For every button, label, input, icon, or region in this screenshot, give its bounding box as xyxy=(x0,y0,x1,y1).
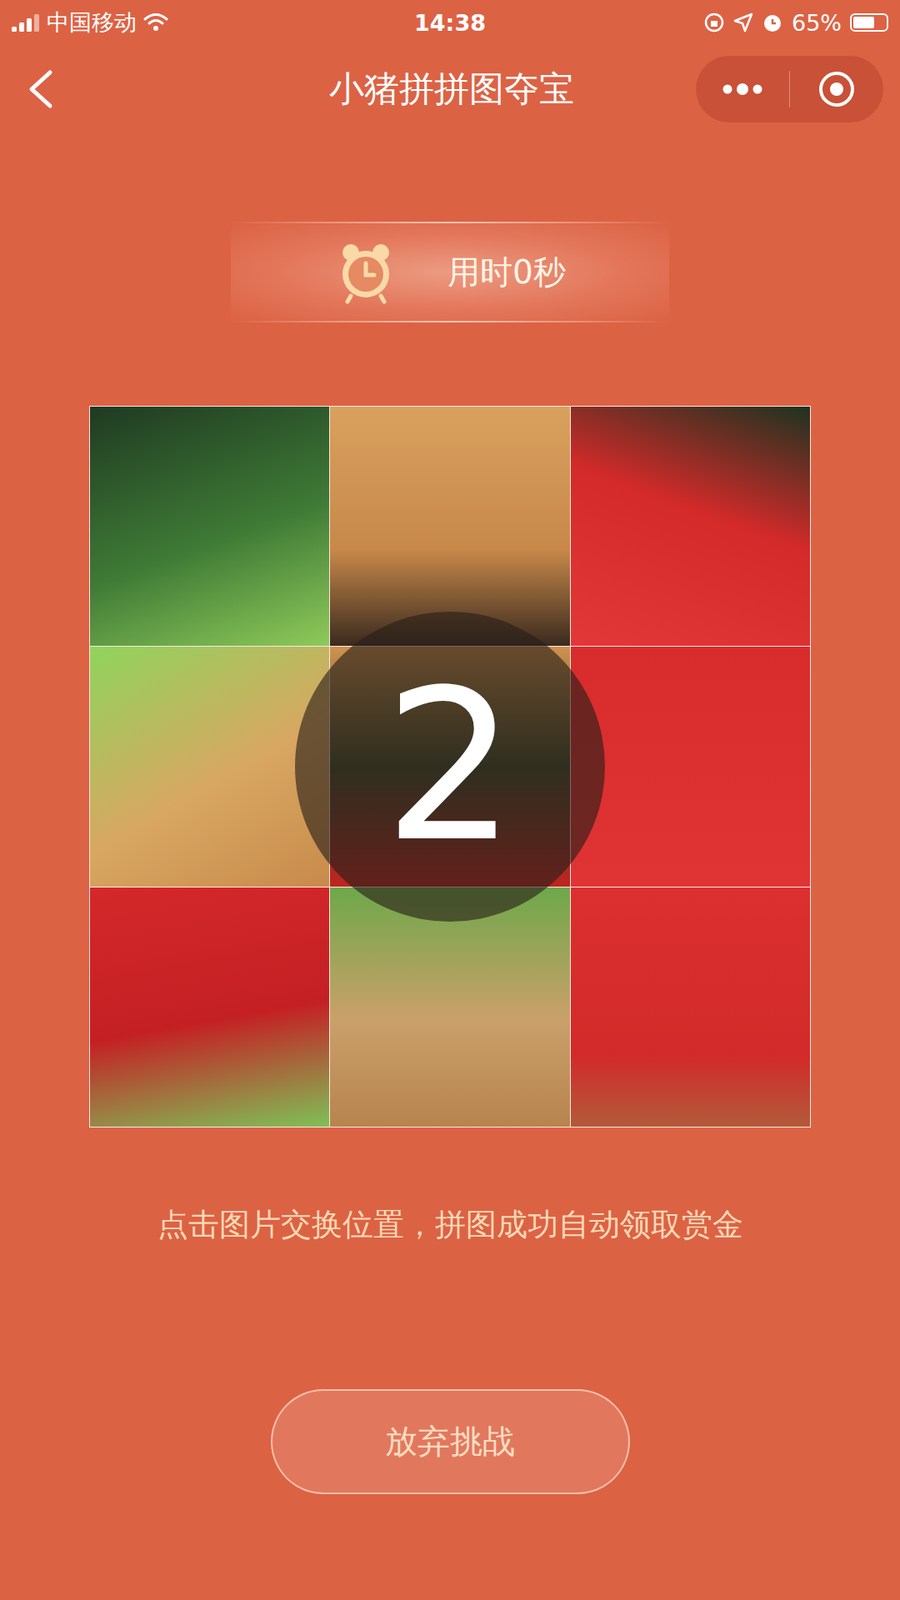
location-icon xyxy=(733,12,754,33)
clock-time: 14:38 xyxy=(414,10,486,36)
puzzle-tile[interactable] xyxy=(570,887,810,1127)
timer-banner: 用时0秒 xyxy=(230,221,670,323)
close-button[interactable] xyxy=(790,55,884,123)
alarm-icon xyxy=(761,11,784,34)
give-up-button[interactable]: 放弃挑战 xyxy=(270,1389,630,1495)
signal-icon xyxy=(11,13,40,32)
puzzle-tile[interactable] xyxy=(90,646,330,886)
puzzle-tile[interactable] xyxy=(330,406,570,646)
carrier: 中国移动 xyxy=(46,7,137,38)
timer-label: 用时0秒 xyxy=(447,250,566,295)
clock-icon xyxy=(334,240,398,305)
nav-bar: 小猪拼拼图夺宝 xyxy=(0,45,900,134)
more-button[interactable] xyxy=(695,55,790,123)
page-title: 小猪拼拼图夺宝 xyxy=(207,65,696,113)
back-button[interactable] xyxy=(20,64,70,115)
puzzle-page: 中国移动 14:38 65% 小猪拼拼图夺宝用时0秒 2 点击图片交换位置，拼图成功自动领… xyxy=(0,0,900,1600)
battery-icon xyxy=(850,13,889,32)
more-icon xyxy=(721,83,764,95)
countdown-overlay: 2 xyxy=(295,611,605,922)
wifi-icon xyxy=(143,12,169,33)
capsule-menu xyxy=(695,55,884,123)
hint-text: 点击图片交换位置，拼图成功自动领取赏金 xyxy=(157,1205,744,1245)
back-icon xyxy=(26,69,54,110)
puzzle-tile[interactable] xyxy=(570,406,810,646)
puzzle-tile[interactable] xyxy=(570,646,810,886)
puzzle-tile[interactable] xyxy=(330,887,570,1127)
puzzle-tile[interactable] xyxy=(90,406,330,646)
puzzle-tile[interactable] xyxy=(90,887,330,1127)
close-target-icon xyxy=(817,70,856,109)
puzzle-board: 2 xyxy=(89,405,811,1128)
battery-percent: 65% xyxy=(791,10,842,36)
status-bar: 中国移动 14:38 65% xyxy=(0,0,900,45)
rotation-lock-icon xyxy=(703,11,725,34)
